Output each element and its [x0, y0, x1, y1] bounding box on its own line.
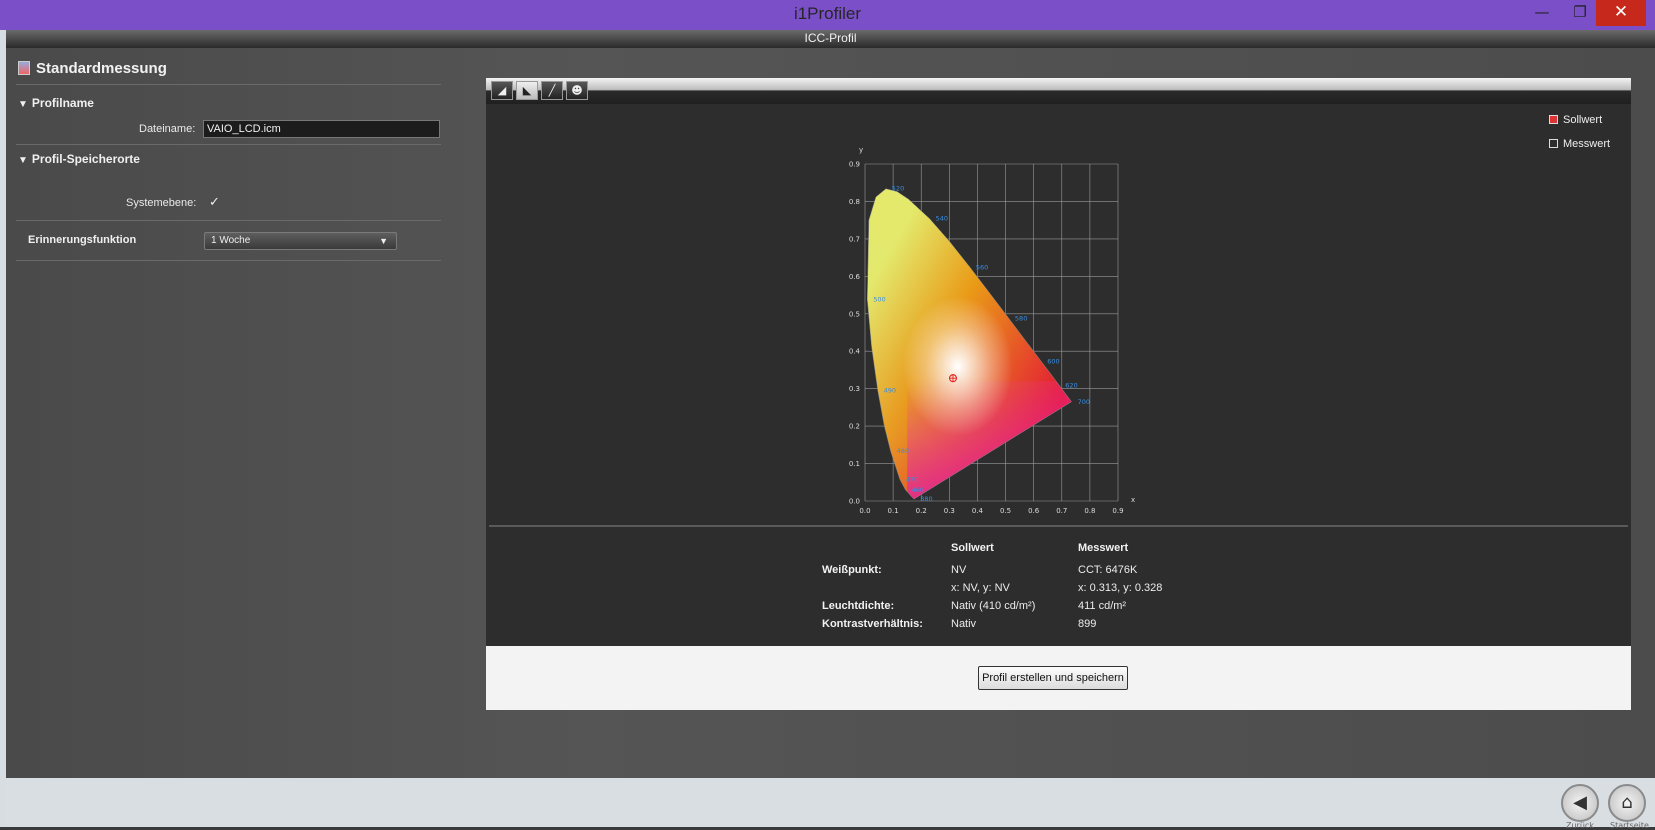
action-bar: Profil erstellen und speichern: [486, 646, 1631, 710]
panel-title: Standardmessung: [18, 60, 167, 77]
kontrast-mess: 899: [1078, 618, 1097, 630]
x-tick-label: 0.0: [859, 507, 870, 515]
title-bar: i1Profiler — ❐ ✕: [0, 0, 1655, 30]
cie-chromaticity-chart: 0.0 0.1 0.2 0.3 0.4 0.5 0.6 0.7 0.8 0.9 0.0 0.1 0.2 0…: [849, 146, 1135, 515]
home-icon: ⌂: [1621, 792, 1633, 813]
wavelength-label: 380: [920, 495, 932, 503]
row-label-leuchtdichte: Leuchtdichte:: [822, 600, 895, 612]
x-tick-label: 0.6: [1028, 507, 1040, 515]
chart-divider: [489, 525, 1628, 527]
y-tick-label: 0.0: [849, 498, 860, 506]
chevron-down-icon: ▼: [379, 236, 388, 246]
legend-sollwert: Sollwert: [1549, 114, 1602, 126]
x-tick-label: 0.1: [888, 507, 899, 515]
section-speicherorte[interactable]: ▼ Profil-Speicherorte: [18, 152, 140, 166]
col-header-messwert: Messwert: [1078, 542, 1129, 554]
measurement-icon: [18, 61, 30, 75]
xy-soll: x: NV, y: NV: [951, 582, 1010, 594]
minimize-button[interactable]: —: [1524, 0, 1560, 26]
systemebene-label: Systemebene:: [126, 197, 197, 209]
close-button[interactable]: ✕: [1596, 0, 1646, 26]
back-button[interactable]: ◀: [1561, 784, 1599, 822]
target-marker-icon: [1549, 115, 1558, 124]
xy-mess: x: 0.313, y: 0.328: [1078, 582, 1163, 594]
home-label: Startseite: [1610, 821, 1649, 830]
col-header-sollwert: Sollwert: [951, 542, 994, 554]
wavelength-label: 500: [873, 296, 885, 304]
x-axis-label: x: [1131, 496, 1135, 504]
back-arrow-icon: ◀: [1573, 792, 1587, 813]
x-tick-label: 0.2: [916, 507, 927, 515]
wavelength-label: 580: [1015, 315, 1027, 323]
filename-input[interactable]: [203, 120, 440, 138]
x-tick-label: 0.5: [1000, 507, 1011, 515]
collapse-triangle-icon: ▼: [18, 99, 28, 110]
leuchtdichte-mess: 411 cd/m²: [1078, 600, 1127, 612]
y-tick-label: 0.3: [849, 385, 860, 393]
x-tick-label: 0.9: [1112, 507, 1123, 515]
main-area: Standardmessung ▼Profilname Dateiname: ▼…: [6, 48, 1655, 778]
wavelength-label: 540: [936, 215, 948, 223]
y-tick-label: 0.6: [849, 273, 861, 281]
wavelength-label: 600: [1047, 358, 1059, 366]
row-label-kontrast: Kontrastverhältnis:: [822, 618, 923, 630]
x-tick-label: 0.7: [1056, 507, 1067, 515]
wavelength-label: 480: [897, 447, 909, 455]
maximize-button[interactable]: ❐: [1562, 0, 1598, 26]
dateiname-label: Dateiname:: [139, 123, 196, 135]
row-label-weisspunkt: Weißpunkt:: [822, 564, 882, 576]
y-tick-label: 0.4: [849, 348, 861, 356]
reminder-dropdown[interactable]: 1 Woche ▼: [204, 232, 397, 250]
divider: [16, 84, 441, 85]
wavelength-label: 470: [906, 475, 918, 483]
home-button[interactable]: ⌂: [1608, 784, 1646, 822]
weisspunkt-mess: CCT: 6476K: [1078, 564, 1138, 576]
section-header: ICC-Profil: [6, 30, 1655, 48]
window-title: i1Profiler: [793, 4, 862, 23]
profile-preview-panel: ◢ ◣ ╱ ☻ 0.0 0.1 0.2 0.3 0.4 0.5 0.6 0.7 …: [486, 78, 1631, 710]
wavelength-label: 490: [884, 387, 896, 395]
y-axis-label: y: [859, 146, 863, 154]
x-tick-label: 0.8: [1084, 507, 1095, 515]
section-profilname[interactable]: ▼ Profilname: [18, 96, 94, 110]
collapse-triangle-icon: ▼: [18, 155, 28, 166]
wavelength-label: 700: [1078, 398, 1090, 406]
divider: [16, 260, 441, 261]
x-tick-label: 0.4: [972, 507, 984, 515]
leuchtdichte-soll: Nativ (410 cd/m²): [951, 600, 1036, 612]
y-tick-label: 0.8: [849, 198, 860, 206]
y-tick-label: 0.9: [849, 161, 860, 169]
measured-marker-icon: [1549, 139, 1558, 148]
y-tick-label: 0.2: [849, 423, 860, 431]
legend-messwert: Messwert: [1549, 138, 1610, 150]
divider: [16, 220, 441, 221]
wavelength-label: 520: [892, 185, 904, 193]
back-label: Zurück: [1566, 821, 1594, 830]
y-tick-label: 0.5: [849, 310, 860, 318]
divider: [16, 144, 441, 145]
y-tick-label: 0.1: [849, 460, 860, 468]
whitepoint-glow: [902, 296, 1013, 437]
x-tick-label: 0.3: [944, 507, 955, 515]
bottom-nav-bar: ◀ ⌂ Zurück Startseite: [6, 778, 1655, 830]
chart-marks: [948, 374, 958, 383]
weisspunkt-soll: NV: [951, 564, 967, 576]
wavelength-label: 620: [1065, 382, 1077, 390]
erinnerung-label: Erinnerungsfunktion: [28, 234, 137, 246]
wavelength-label: 560: [976, 263, 988, 271]
wavelength-label: 460: [911, 486, 923, 494]
systemebene-checkbox[interactable]: ✓: [209, 195, 220, 210]
create-save-profile-button[interactable]: Profil erstellen und speichern: [978, 666, 1128, 690]
y-tick-label: 0.7: [849, 235, 860, 243]
kontrast-soll: Nativ: [951, 618, 977, 630]
